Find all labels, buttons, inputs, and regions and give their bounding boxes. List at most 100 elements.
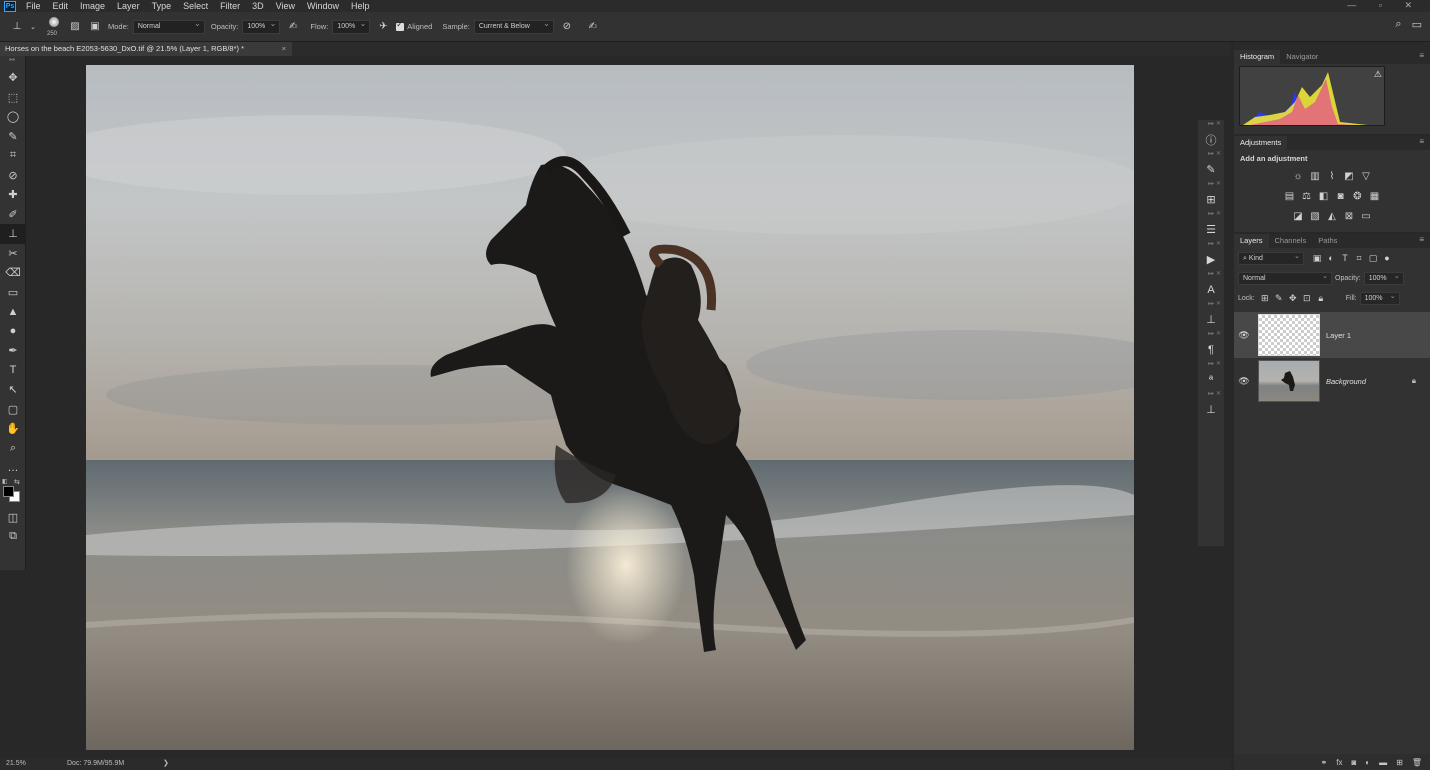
brush-preset-picker[interactable]: 250	[46, 16, 62, 37]
dock-grip[interactable]: ▸▸ ✕	[1198, 300, 1224, 309]
dock-grip[interactable]: ▸▸ ✕	[1198, 270, 1224, 279]
sample-select[interactable]: Current & Below	[473, 19, 554, 34]
filter-type-icon[interactable]: T	[1338, 253, 1352, 263]
quick-select-tool-icon[interactable]: ✎	[0, 127, 26, 147]
brightness-contrast-icon[interactable]: ☼	[1292, 170, 1305, 183]
dodge-tool-icon[interactable]: ●	[0, 322, 26, 342]
status-menu-arrow-icon[interactable]: ❯	[163, 758, 169, 770]
clone-stamp-panel-icon[interactable]: ⊥	[1198, 399, 1224, 420]
dock-grip[interactable]: ▸▸ ✕	[1198, 210, 1224, 219]
vibrance-icon[interactable]: ▽	[1360, 170, 1373, 183]
flow-select[interactable]: 100%	[332, 19, 371, 34]
layer-row-layer-1[interactable]: 👁︎ Layer 1	[1234, 312, 1430, 358]
menu-edit[interactable]: Edit	[53, 0, 69, 12]
layer-style-icon[interactable]: fx	[1336, 758, 1342, 767]
layer-fill-input[interactable]: 100%	[1359, 291, 1400, 305]
filter-adjustment-icon[interactable]: ◐	[1324, 253, 1338, 263]
info-panel-icon[interactable]: ⓘ	[1198, 129, 1224, 150]
document-tab[interactable]: Horses on the beach E2053-5630_DxO.tif @…	[0, 42, 292, 56]
cache-warning-icon[interactable]: ⚠	[1374, 69, 1382, 80]
pressure-size-icon[interactable]: ✍	[586, 20, 600, 34]
invert-icon[interactable]: ◪	[1292, 210, 1305, 223]
color-lookup-icon[interactable]: ▦	[1368, 190, 1381, 203]
tab-histogram[interactable]: Histogram	[1234, 50, 1281, 64]
aligned-checkbox[interactable]	[396, 20, 405, 31]
menu-3d[interactable]: 3D	[252, 0, 264, 12]
menu-view[interactable]: View	[276, 0, 295, 12]
pressure-opacity-icon[interactable]: ✍	[286, 20, 300, 34]
tab-paths[interactable]: Paths	[1312, 234, 1343, 248]
layer-opacity-input[interactable]: 100%	[1363, 271, 1404, 285]
filter-pixel-icon[interactable]: ▣	[1310, 253, 1324, 264]
visibility-eye-icon[interactable]: 👁︎	[1234, 330, 1254, 341]
tool-presets-panel-icon[interactable]: ⊥	[1198, 309, 1224, 330]
tab-channels[interactable]: Channels	[1269, 234, 1313, 248]
close-document-icon[interactable]: ×	[282, 42, 286, 56]
history-brush-tool-icon[interactable]: ✂	[0, 244, 26, 264]
dock-grip[interactable]: ▸▸ ✕	[1198, 330, 1224, 339]
canvas-area[interactable]	[27, 56, 1220, 756]
menu-layer[interactable]: Layer	[117, 0, 140, 12]
dock-grip[interactable]: ▸▸ ✕	[1198, 180, 1224, 189]
link-layers-icon[interactable]: ⚭	[1321, 758, 1328, 767]
dock-grip[interactable]: ▸▸ ✕	[1198, 150, 1224, 159]
tab-adjustments[interactable]: Adjustments	[1234, 136, 1288, 150]
crop-tool-icon[interactable]: ⌗	[0, 146, 26, 166]
lock-transparent-icon[interactable]: ⊞	[1258, 293, 1272, 304]
pen-tool-icon[interactable]: ✒	[0, 341, 26, 361]
move-tool-icon[interactable]: ✥	[0, 68, 26, 88]
paragraph-panel-icon[interactable]: ¶	[1198, 339, 1224, 360]
black-white-icon[interactable]: ◧	[1317, 190, 1330, 203]
tool-preset-chevron-icon[interactable]: ⌄	[26, 20, 40, 34]
color-balance-icon[interactable]: ⚖	[1300, 190, 1313, 203]
dock-grip[interactable]: ▸▸ ✕	[1198, 360, 1224, 369]
threshold-icon[interactable]: ◭	[1326, 210, 1339, 223]
panel-menu-icon[interactable]: ≡	[1419, 137, 1424, 146]
menu-image[interactable]: Image	[80, 0, 105, 12]
delete-layer-icon[interactable]: 🗑︎	[1412, 758, 1422, 767]
lock-artboard-icon[interactable]: ⊡	[1300, 293, 1314, 304]
visibility-eye-icon[interactable]: 👁︎	[1234, 376, 1254, 387]
new-adjustment-layer-icon[interactable]: ◐	[1365, 758, 1370, 767]
workspace-icon[interactable]: ▭	[1412, 18, 1422, 31]
selective-color-icon[interactable]: ⊠	[1343, 210, 1356, 223]
panel-menu-icon[interactable]: ≡	[1419, 51, 1424, 60]
menu-help[interactable]: Help	[351, 0, 370, 12]
brush-settings-icon[interactable]: ▨	[68, 20, 82, 34]
panel-menu-icon[interactable]: ≡	[1419, 235, 1424, 244]
filter-shape-icon[interactable]: ⌗	[1352, 253, 1366, 264]
eyedropper-tool-icon[interactable]: ⊘	[0, 166, 26, 186]
menu-file[interactable]: File	[26, 0, 41, 12]
menu-type[interactable]: Type	[152, 0, 172, 12]
default-colors-icon[interactable]: ◧	[2, 478, 8, 485]
posterize-icon[interactable]: ▧	[1309, 210, 1322, 223]
lock-all-icon[interactable]: 🔒︎	[1314, 293, 1328, 304]
quick-mask-icon[interactable]: ◫	[0, 508, 26, 528]
hue-saturation-icon[interactable]: ▤	[1283, 190, 1296, 203]
curves-icon[interactable]: ⌇	[1326, 170, 1339, 183]
clone-stamp-tool-icon[interactable]: ⊥	[0, 224, 26, 244]
gradient-tool-icon[interactable]: ▭	[0, 283, 26, 303]
opacity-select[interactable]: 100%	[242, 19, 281, 34]
channel-mixer-icon[interactable]: ❂	[1351, 190, 1364, 203]
filter-smart-object-icon[interactable]: ▢	[1366, 253, 1380, 264]
zoom-tool-icon[interactable]: ⌕	[0, 439, 26, 459]
actions-panel-icon[interactable]: ▶	[1198, 249, 1224, 270]
clone-stamp-tool-icon[interactable]: ⊥	[10, 20, 24, 34]
brush-settings-panel-icon[interactable]: ✎	[1198, 159, 1224, 180]
lasso-tool-icon[interactable]: ◯	[0, 107, 26, 127]
toolbar-grip[interactable]: ▸▸	[0, 56, 25, 68]
search-icon[interactable]: ⌕	[1395, 18, 1401, 31]
document-image[interactable]	[86, 65, 1134, 750]
tab-layers[interactable]: Layers	[1234, 234, 1269, 248]
swap-colors-icon[interactable]: ⇆	[14, 478, 20, 486]
dock-grip[interactable]: ▸▸ ✕	[1198, 120, 1224, 129]
character-panel-icon[interactable]: A	[1198, 279, 1224, 300]
mode-select[interactable]: Normal	[132, 19, 205, 34]
brush-tool-icon[interactable]: ✐	[0, 205, 26, 225]
new-group-icon[interactable]: ▬	[1379, 758, 1387, 767]
marquee-tool-icon[interactable]: ⬚	[0, 88, 26, 108]
dock-grip[interactable]: ▸▸ ✕	[1198, 240, 1224, 249]
blend-mode-select[interactable]: Normal	[1238, 271, 1332, 285]
menu-filter[interactable]: Filter	[220, 0, 240, 12]
